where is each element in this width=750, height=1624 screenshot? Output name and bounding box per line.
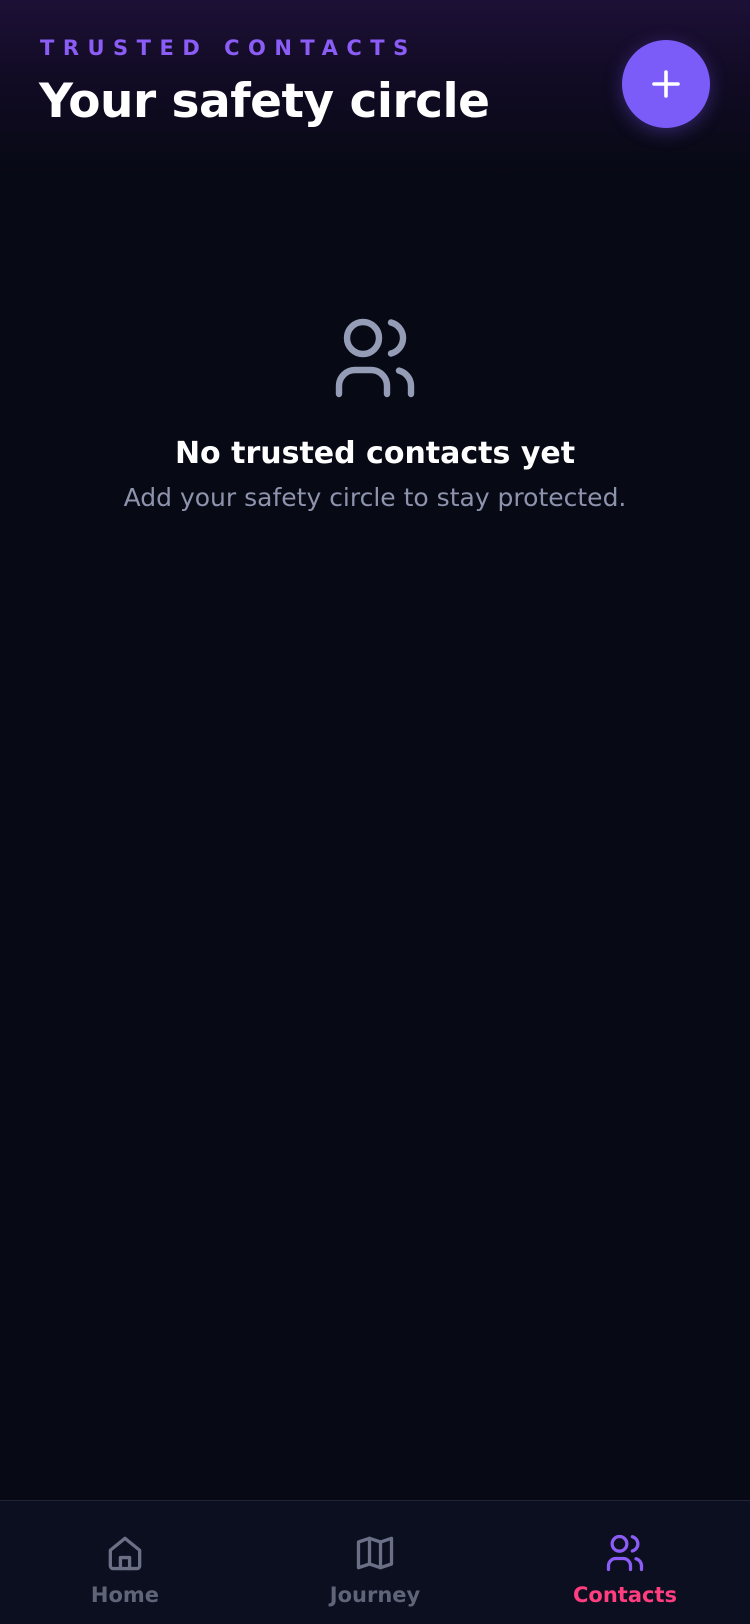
empty-state: No trusted contacts yet Add your safety … [0, 310, 750, 512]
plus-icon [652, 70, 680, 98]
header: TRUSTED CONTACTS Your safety circle [0, 0, 750, 175]
tab-home[interactable]: Home [0, 1501, 250, 1624]
add-contact-button[interactable] [622, 40, 710, 128]
map-icon [356, 1536, 394, 1570]
tab-contacts[interactable]: Contacts [500, 1501, 750, 1624]
page-title: Your safety circle [39, 74, 490, 129]
tab-journey-label: Journey [329, 1583, 421, 1607]
users-icon [606, 1534, 644, 1572]
tab-journey[interactable]: Journey [250, 1501, 500, 1624]
tab-contacts-label: Contacts [573, 1583, 677, 1607]
empty-state-subtitle: Add your safety circle to stay protected… [123, 483, 627, 512]
home-icon [108, 1536, 142, 1571]
trusted-contacts-screen: TRUSTED CONTACTS Your safety circle No t… [0, 0, 750, 1624]
empty-state-title: No trusted contacts yet [174, 436, 576, 471]
users-icon [335, 318, 415, 398]
bottom-tab-bar: Home Journey Contacts [0, 1500, 750, 1624]
section-overline: TRUSTED CONTACTS [40, 36, 417, 60]
tab-home-label: Home [90, 1583, 160, 1607]
